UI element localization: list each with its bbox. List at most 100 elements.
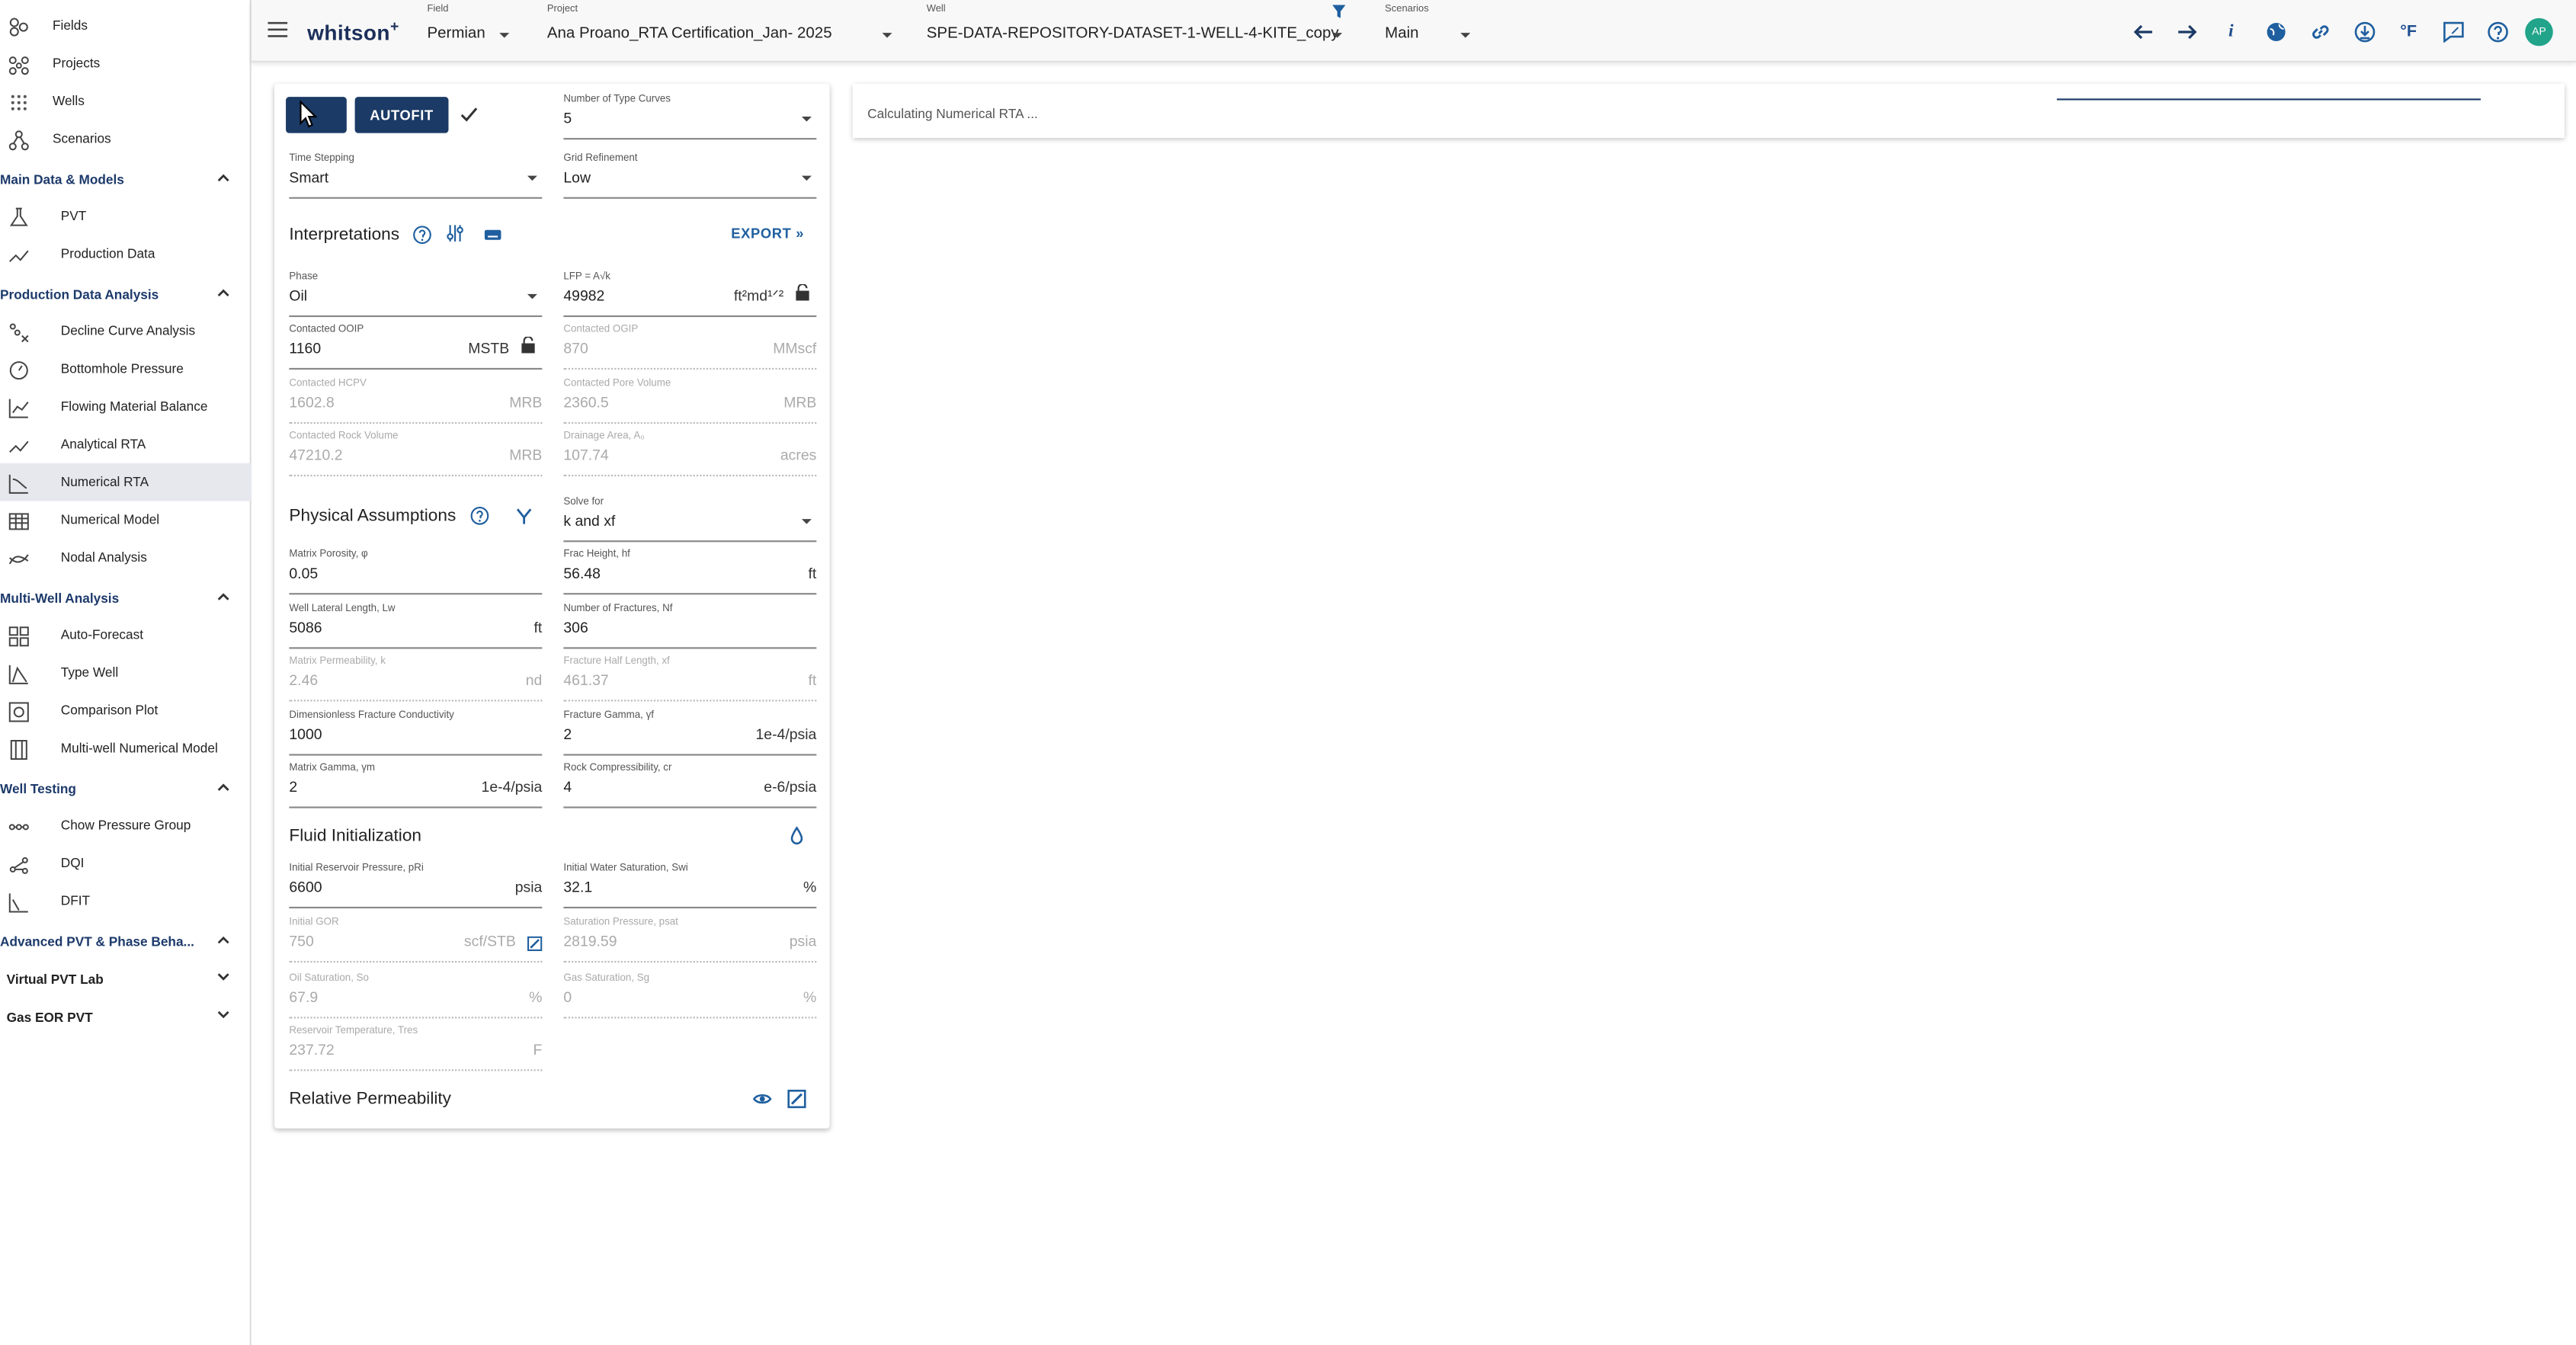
sidebar-item-type-well[interactable]: Type Well [0,654,252,692]
field-unit: 1e-4/psia [755,725,817,743]
sidebar-item-numerical-rta[interactable]: Numerical RTA [0,463,252,501]
filter-icon[interactable] [514,506,534,526]
top-bar: whitson+ Field Permian Project Ana Proan… [251,0,2576,62]
sidebar-item-analytical-rta[interactable]: Analytical RTA [0,425,252,463]
sidebar-item-label: DQI [60,856,85,871]
initial-reservoir-pressure-field[interactable]: Initial Reservoir Pressure, pRi 6600 psi… [289,863,543,909]
sidebar-item-label: Bottomhole Pressure [60,361,184,376]
filter-icon[interactable] [1332,5,1346,18]
water-drop-icon[interactable] [787,826,807,846]
sidebar-item-pvt[interactable]: PVT [0,197,252,235]
edit-icon[interactable] [527,936,543,952]
help-icon[interactable] [412,225,432,245]
contacted-ooip-field[interactable]: Contacted OOIP 1160 MSTB [289,324,543,370]
fracture-gamma-field[interactable]: Fracture Gamma, γf 2 1e-4/psia [563,709,817,756]
temperature-unit-icon[interactable]: °F [2392,14,2425,47]
sidebar-item-projects[interactable]: Projects [0,44,252,82]
matrix-gamma-field[interactable]: Matrix Gamma, γm 2 1e-4/psia [289,762,543,809]
frac-height-field[interactable]: Frac Height, hf 56.48 ft [563,549,817,595]
sidebar-item-auto-forecast[interactable]: Auto-Forecast [0,616,252,654]
keyboard-icon[interactable] [483,225,503,245]
initial-water-saturation-field[interactable]: Initial Water Saturation, Swi 32.1 % [563,863,817,909]
sidebar-item-multi-well-numerical-model[interactable]: Multi-well Numerical Model [0,729,252,767]
section-production-data-analysis[interactable]: Production Data Analysis [0,277,252,310]
field-caption: Saturation Pressure, psat [563,916,678,928]
wells-icon [7,91,30,114]
lock-open-icon[interactable] [521,336,535,354]
lateral-length-field[interactable]: Well Lateral Length, Lw 5086 ft [289,603,543,649]
globe-icon[interactable] [2259,14,2292,47]
field-value: k and xf [563,512,616,530]
type-curves-select[interactable]: Number of Type Curves 5 [563,94,817,140]
project-select[interactable]: Project Ana Proano_RTA Certification_Jan… [547,5,892,54]
sidebar-item-nodal-analysis[interactable]: Nodal Analysis [0,539,252,577]
avatar[interactable]: AP [2525,17,2553,46]
nodal-icon [7,547,30,570]
lock-open-icon[interactable] [795,283,809,301]
section-main-data-models[interactable]: Main Data & Models [0,162,252,195]
sidebar-item-chow-pressure-group[interactable]: Chow Pressure Group [0,806,252,844]
section-advanced-pvt[interactable]: Advanced PVT & Phase Beha... [0,925,252,958]
help-icon[interactable] [2481,14,2514,47]
project-caption: Project [546,5,578,15]
solve-for-select[interactable]: Solve for k and xf [563,496,817,543]
chevron-down-icon [1332,33,1343,38]
rock-compressibility-field[interactable]: Rock Compressibility, cr 4 e-6/psia [563,762,817,809]
saturation-pressure-field: Saturation Pressure, psat 2819.59 psia [563,916,817,963]
fracture-half-length-field: Fracture Half Length, xf 461.37 ft [563,655,817,702]
section-virtual-pvt-lab[interactable]: Virtual PVT Lab [0,962,252,995]
menu-icon[interactable] [268,21,288,38]
eye-icon[interactable] [752,1089,772,1109]
sidebar-item-scenarios[interactable]: Scenarios [0,120,252,158]
results-panel: Calculating Numerical RTA ... [852,83,2565,139]
sidebar-item-decline-curve-analysis[interactable]: Decline Curve Analysis [0,312,252,351]
field-value: 1160 [289,340,322,357]
sidebar-item-dqi[interactable]: DQI [0,844,252,882]
field-value: 56.48 [563,565,601,582]
sidebar-item-wells[interactable]: Wells [0,82,252,120]
export-button[interactable]: EXPORT » [731,225,804,242]
sidebar-item-label: Scenarios [52,131,111,146]
autofit-button[interactable]: AUTOFIT [354,97,449,133]
arrow-right-icon[interactable] [2171,14,2203,47]
section-well-testing[interactable]: Well Testing [0,772,252,805]
sidebar-item-flowing-material-balance[interactable]: Flowing Material Balance [0,388,252,426]
number-of-fractures-field[interactable]: Number of Fractures, Nf 306 [563,603,817,649]
sidebar-item-bottomhole-pressure[interactable]: Bottomhole Pressure [0,350,252,388]
arrow-left-icon[interactable] [2126,14,2158,47]
phase-select[interactable]: Phase Oil [289,271,543,318]
fracture-conductivity-field[interactable]: Dimensionless Fracture Conductivity 1000 [289,709,543,756]
reservoir-temperature-field: Reservoir Temperature, Tres 237.72 F [289,1025,543,1071]
field-value: Smart [289,169,329,186]
feedback-icon[interactable] [2437,14,2469,47]
grid-refinement-select[interactable]: Grid Refinement Low [563,152,817,199]
chevron-up-icon [217,174,229,182]
chevron-up-icon [217,593,229,600]
lfp-field[interactable]: LFP = A√k 49982 ft²md¹ᐟ² [563,271,817,318]
sidebar-item-dfit[interactable]: DFIT [0,882,252,921]
sidebar-item-fields[interactable]: Fields [0,7,252,45]
scenario-select[interactable]: Scenarios Main [1385,5,1471,54]
matrix-porosity-field[interactable]: Matrix Porosity, φ 0.05 [289,549,543,595]
section-multi-well-analysis[interactable]: Multi-Well Analysis [0,581,252,614]
sidebar-item-production-data[interactable]: Production Data [0,235,252,273]
field-value: 5 [563,110,572,126]
edit-icon[interactable] [787,1089,807,1109]
sidebar-item-label: Production Data [60,246,155,261]
field-unit: % [529,988,543,1006]
link-icon[interactable] [2303,14,2336,47]
info-icon[interactable]: i [2215,14,2248,47]
field-unit: MRB [509,447,543,463]
help-icon[interactable] [470,506,490,526]
chevron-up-icon [217,783,229,791]
tune-icon[interactable] [445,223,465,243]
field-caption: Fracture Half Length, xf [563,655,670,668]
field-caption: Reservoir Temperature, Tres [289,1025,418,1037]
field-select[interactable]: Field Permian [427,5,510,54]
sidebar-item-comparison-plot[interactable]: Comparison Plot [0,692,252,730]
well-select[interactable]: Well SPE-DATA-REPOSITORY-DATASET-1-WELL-… [927,5,1343,54]
time-stepping-select[interactable]: Time Stepping Smart [289,152,543,199]
sidebar-item-numerical-model[interactable]: Numerical Model [0,501,252,539]
section-gas-eor-pvt[interactable]: Gas EOR PVT [0,1001,252,1033]
download-icon[interactable] [2347,14,2380,47]
